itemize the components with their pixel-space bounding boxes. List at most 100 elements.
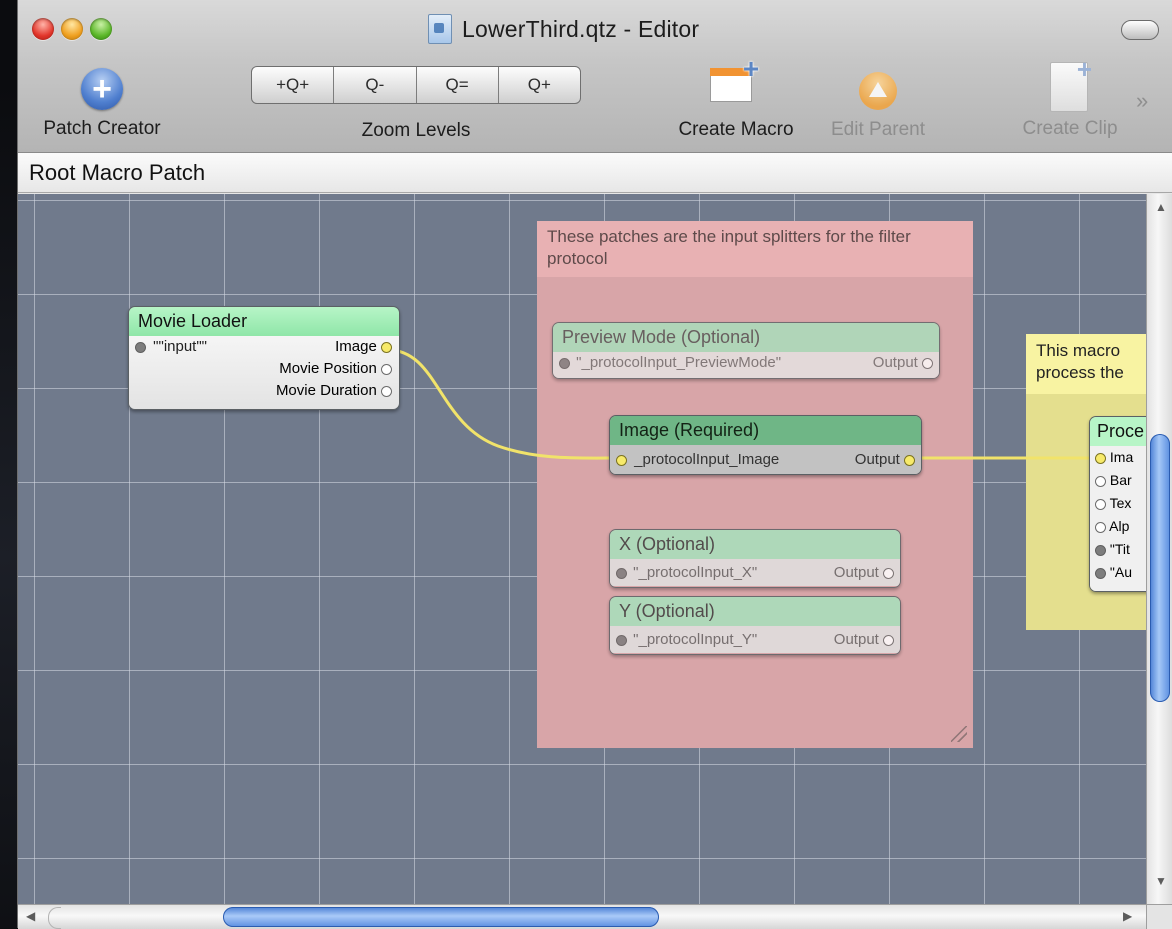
- breadcrumb[interactable]: Root Macro Patch: [18, 153, 1172, 193]
- port-dot-icon: [1095, 475, 1106, 487]
- port-image-label: Image: [335, 338, 377, 355]
- create-clip-label: Create Clip: [1022, 118, 1118, 139]
- patch-title: Y (Optional): [610, 597, 900, 626]
- patch-creator-button[interactable]: + Patch Creator: [32, 68, 172, 140]
- port-row[interactable]: "Tit: [1090, 538, 1146, 561]
- port-row[interactable]: "_protocolInput_Y" Output: [610, 626, 900, 653]
- scroll-track-cap: [48, 907, 61, 929]
- scroll-left-arrow-icon[interactable]: ◀: [26, 909, 35, 923]
- zoom-in-button[interactable]: Q+: [499, 67, 580, 103]
- zoom-fit-icon: +Q+: [276, 75, 310, 94]
- port-row[interactable]: Tex: [1090, 492, 1146, 515]
- edit-parent-label: Edit Parent: [831, 119, 925, 140]
- port-row[interactable]: "_protocolInput_X" Output: [610, 559, 900, 586]
- port-output[interactable]: Output: [855, 445, 915, 474]
- zoom-levels-label-wrap: Zoom Levels: [351, 120, 481, 142]
- scroll-right-arrow-icon[interactable]: ▶: [1123, 909, 1132, 923]
- patch-title: X (Optional): [610, 530, 900, 559]
- port-row[interactable]: _protocolInput_Image Output: [610, 445, 921, 474]
- window-title: LowerThird.qtz - Editor: [462, 15, 700, 42]
- port-input-label: _protocolInput_Image: [634, 451, 780, 468]
- port-output[interactable]: Output: [873, 352, 933, 374]
- port-label: Tex: [1109, 495, 1132, 511]
- toolbar-toggle-button[interactable]: [1121, 20, 1159, 40]
- port-movie-duration[interactable]: Movie Duration: [129, 380, 399, 402]
- port-dot-icon: [381, 363, 392, 375]
- port-dot-icon: [381, 385, 392, 397]
- port-dot-icon: [1095, 567, 1106, 579]
- port-row[interactable]: Alp: [1090, 515, 1146, 538]
- port-output-label: Output: [833, 631, 879, 648]
- port-dot-icon: [381, 341, 392, 353]
- zoom-fit-button[interactable]: +Q+: [252, 67, 335, 103]
- patch-y-optional[interactable]: Y (Optional) "_protocolInput_Y" Output: [609, 596, 901, 655]
- vertical-scrollbar[interactable]: ▲ ▼: [1146, 194, 1172, 906]
- port-input[interactable]: ""input"" Image: [129, 336, 399, 358]
- patch-image-required[interactable]: Image (Required) _protocolInput_Image Ou…: [609, 415, 922, 475]
- scroll-up-arrow-icon[interactable]: ▲: [1155, 200, 1167, 214]
- zoom-out-button[interactable]: Q-: [334, 67, 417, 103]
- editor-window: LowerThird.qtz - Editor + Patch Creator …: [17, 0, 1172, 929]
- window-title-area: LowerThird.qtz - Editor: [428, 14, 699, 44]
- minimize-button[interactable]: [61, 18, 83, 40]
- port-dot-icon: [616, 634, 627, 646]
- port-output-label: Output: [872, 354, 918, 371]
- titlebar-toolbar: LowerThird.qtz - Editor + Patch Creator …: [18, 0, 1172, 153]
- port-movie-position-label: Movie Position: [279, 360, 377, 377]
- create-clip-button[interactable]: + Create Clip: [1008, 54, 1132, 140]
- scroll-down-arrow-icon[interactable]: ▼: [1155, 874, 1167, 888]
- patch-preview-mode[interactable]: Preview Mode (Optional) "_protocolInput_…: [552, 322, 940, 379]
- patch-title: Proce: [1090, 417, 1146, 446]
- zoom-actual-icon: Q=: [445, 75, 469, 94]
- port-movie-position[interactable]: Movie Position: [129, 358, 399, 380]
- port-input-label: "_protocolInput_Y": [633, 631, 758, 648]
- patch-process[interactable]: Proce Ima Bar Tex Alp "Tit "Au: [1089, 416, 1146, 592]
- port-dot-icon: [1095, 544, 1106, 556]
- port-row[interactable]: "_protocolInput_PreviewMode" Output: [553, 352, 939, 374]
- port-dot-icon: [616, 454, 627, 466]
- port-row[interactable]: Ima: [1090, 446, 1146, 469]
- port-dot-icon: [1095, 521, 1106, 533]
- window-resize-corner[interactable]: [1146, 904, 1172, 929]
- port-output[interactable]: Output: [834, 626, 894, 653]
- patch-movie-loader[interactable]: Movie Loader ""input"" Image Movie Posit…: [128, 306, 400, 410]
- port-dot-icon: [922, 357, 933, 369]
- patch-x-optional[interactable]: X (Optional) "_protocolInput_X" Output: [609, 529, 901, 588]
- port-label: "Au: [1109, 564, 1132, 580]
- port-image-out[interactable]: Image: [335, 336, 392, 358]
- port-dot-icon: [1095, 452, 1106, 464]
- port-label: Bar: [1109, 472, 1132, 488]
- port-input-label: "_protocolInput_X": [633, 564, 758, 581]
- zoom-actual-button[interactable]: Q=: [417, 67, 499, 103]
- port-output-label: Output: [833, 564, 879, 581]
- plus-icon: +: [81, 68, 123, 110]
- port-row[interactable]: Bar: [1090, 469, 1146, 492]
- document-icon: [428, 14, 452, 44]
- horizontal-scroll-thumb[interactable]: [223, 907, 659, 927]
- vertical-scroll-thumb[interactable]: [1150, 434, 1170, 702]
- port-input-label: "_protocolInput_PreviewMode": [576, 354, 782, 371]
- zoom-segmented-control: +Q+ Q- Q= Q+: [251, 66, 581, 104]
- port-dot-icon: [883, 634, 894, 646]
- port-dot-icon: [559, 357, 570, 369]
- zoom-window-button[interactable]: [90, 18, 112, 40]
- port-label: "Tit: [1109, 541, 1130, 557]
- port-dot-icon: [1095, 498, 1106, 510]
- create-macro-label: Create Macro: [678, 119, 794, 140]
- port-row[interactable]: "Au: [1090, 561, 1146, 584]
- port-label: Ima: [1109, 449, 1134, 465]
- close-button[interactable]: [32, 18, 54, 40]
- port-dot-icon: [135, 341, 146, 353]
- horizontal-scrollbar[interactable]: ◀ ▶: [18, 904, 1146, 929]
- clip-icon: +: [1048, 54, 1092, 112]
- port-output[interactable]: Output: [834, 559, 894, 586]
- zoom-out-icon: Q-: [365, 75, 385, 94]
- port-dot-icon: [616, 567, 627, 579]
- chevron-right-icon[interactable]: »: [1136, 88, 1148, 114]
- connection-wires: [387, 348, 1098, 460]
- edit-parent-button[interactable]: Edit Parent: [818, 72, 938, 141]
- patch-title: Preview Mode (Optional): [553, 323, 939, 352]
- create-macro-button[interactable]: + Create Macro: [668, 55, 804, 141]
- port-output-label: Output: [854, 451, 900, 468]
- patch-canvas[interactable]: These patches are the input splitters fo…: [18, 194, 1146, 904]
